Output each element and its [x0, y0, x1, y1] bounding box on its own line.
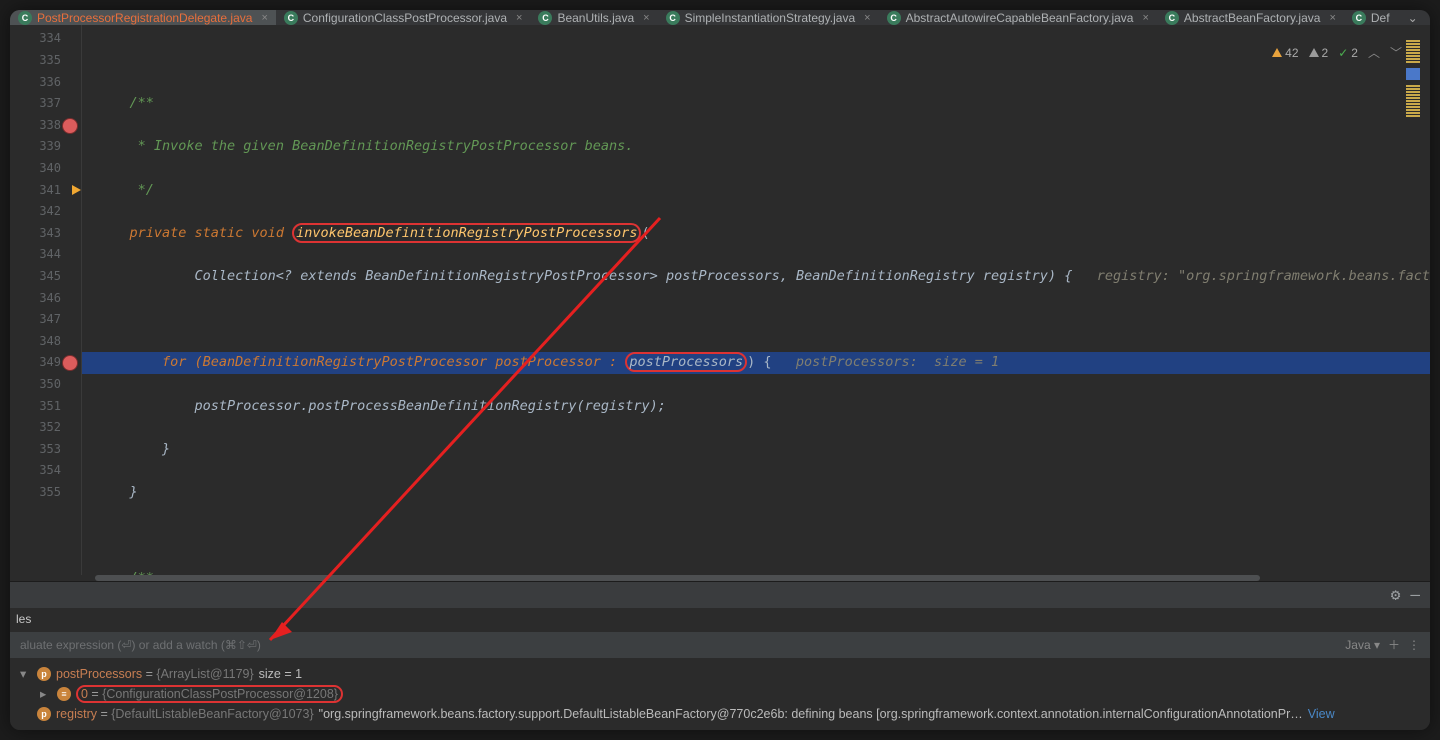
minimize-icon[interactable]: —	[1410, 585, 1420, 604]
debug-panel: ⚙ — les aluate expression (⏎) or add a w…	[10, 581, 1430, 730]
java-class-icon: C	[666, 11, 680, 25]
variables-tree[interactable]: ▾ppostProcessors = {ArrayList@1179} size…	[10, 658, 1430, 730]
close-icon[interactable]: ×	[261, 12, 267, 24]
close-icon[interactable]: ×	[1329, 12, 1335, 24]
error-stripe[interactable]	[1406, 40, 1420, 495]
inline-hint: postProcessors: size = 1	[796, 354, 999, 370]
tab-file-5[interactable]: CAbstractBeanFactory.java×	[1157, 10, 1344, 25]
code-editor[interactable]: 3343353363373383393403413423433443453463…	[10, 25, 1430, 575]
close-icon[interactable]: ×	[864, 12, 870, 24]
gear-icon[interactable]: ⚙	[1391, 585, 1401, 604]
variable-row[interactable]: pregistry = {DefaultListableBeanFactory@…	[20, 704, 1420, 724]
evaluate-expression-input[interactable]: aluate expression (⏎) or add a watch (⌘⇧…	[10, 632, 1430, 658]
variable-row[interactable]: ▸≡0 = {ConfigurationClassPostProcessor@1…	[20, 684, 1420, 704]
java-class-icon: C	[284, 11, 298, 25]
close-icon[interactable]: ×	[516, 12, 522, 24]
editor-tabbar: CPostProcessorRegistrationDelegate.java×…	[10, 10, 1430, 25]
java-class-icon: C	[18, 11, 32, 25]
weak-warning-badge[interactable]: 2	[1309, 46, 1329, 60]
highlighted-variable: postProcessors	[625, 352, 747, 372]
highlighted-method-name: invokeBeanDefinitionRegistryPostProcesso…	[292, 223, 641, 243]
code-area[interactable]: /** * Invoke the given BeanDefinitionReg…	[82, 25, 1430, 575]
java-class-icon: C	[887, 11, 901, 25]
lang-select[interactable]: Java ▾	[1345, 638, 1380, 652]
tab-file-6[interactable]: CDef	[1344, 10, 1398, 25]
line-number-gutter: 3343353363373383393403413423433443453463…	[10, 25, 82, 575]
java-class-icon: C	[1352, 11, 1366, 25]
tab-file-2[interactable]: CBeanUtils.java×	[530, 10, 657, 25]
tab-file-1[interactable]: CConfigurationClassPostProcessor.java×	[276, 10, 531, 25]
tab-file-4[interactable]: CAbstractAutowireCapableBeanFactory.java…	[879, 10, 1157, 25]
view-link[interactable]: View	[1308, 707, 1335, 721]
variable-icon: p	[37, 707, 51, 721]
close-icon[interactable]: ×	[1142, 12, 1148, 24]
chevron-down-icon[interactable]: ⌄	[1408, 11, 1418, 25]
inspection-status: 42 2 ✓2 ︿ ﹀	[1272, 44, 1402, 61]
close-icon[interactable]: ×	[643, 12, 649, 24]
add-watch-icon[interactable]: ＋	[1388, 636, 1400, 653]
tab-file-0[interactable]: CPostProcessorRegistrationDelegate.java×	[10, 10, 276, 25]
tab-file-3[interactable]: CSimpleInstantiationStrategy.java×	[658, 10, 879, 25]
java-class-icon: C	[1165, 11, 1179, 25]
java-class-icon: C	[538, 11, 552, 25]
warning-badge[interactable]: 42	[1272, 46, 1298, 60]
prev-highlight-icon[interactable]: ︿	[1368, 44, 1380, 61]
variables-tab[interactable]: les	[10, 608, 1430, 632]
variable-row[interactable]: ▾ppostProcessors = {ArrayList@1179} size…	[20, 664, 1420, 684]
more-icon[interactable]: ⋮	[1408, 638, 1420, 652]
next-highlight-icon[interactable]: ﹀	[1390, 44, 1402, 61]
ok-badge[interactable]: ✓2	[1338, 46, 1358, 60]
inline-hint: registry: "org.springframework.beans.fac…	[1097, 268, 1430, 284]
variable-icon: p	[37, 667, 51, 681]
more-icon[interactable]: ⋮	[1428, 11, 1430, 25]
variable-icon: ≡	[57, 687, 71, 701]
